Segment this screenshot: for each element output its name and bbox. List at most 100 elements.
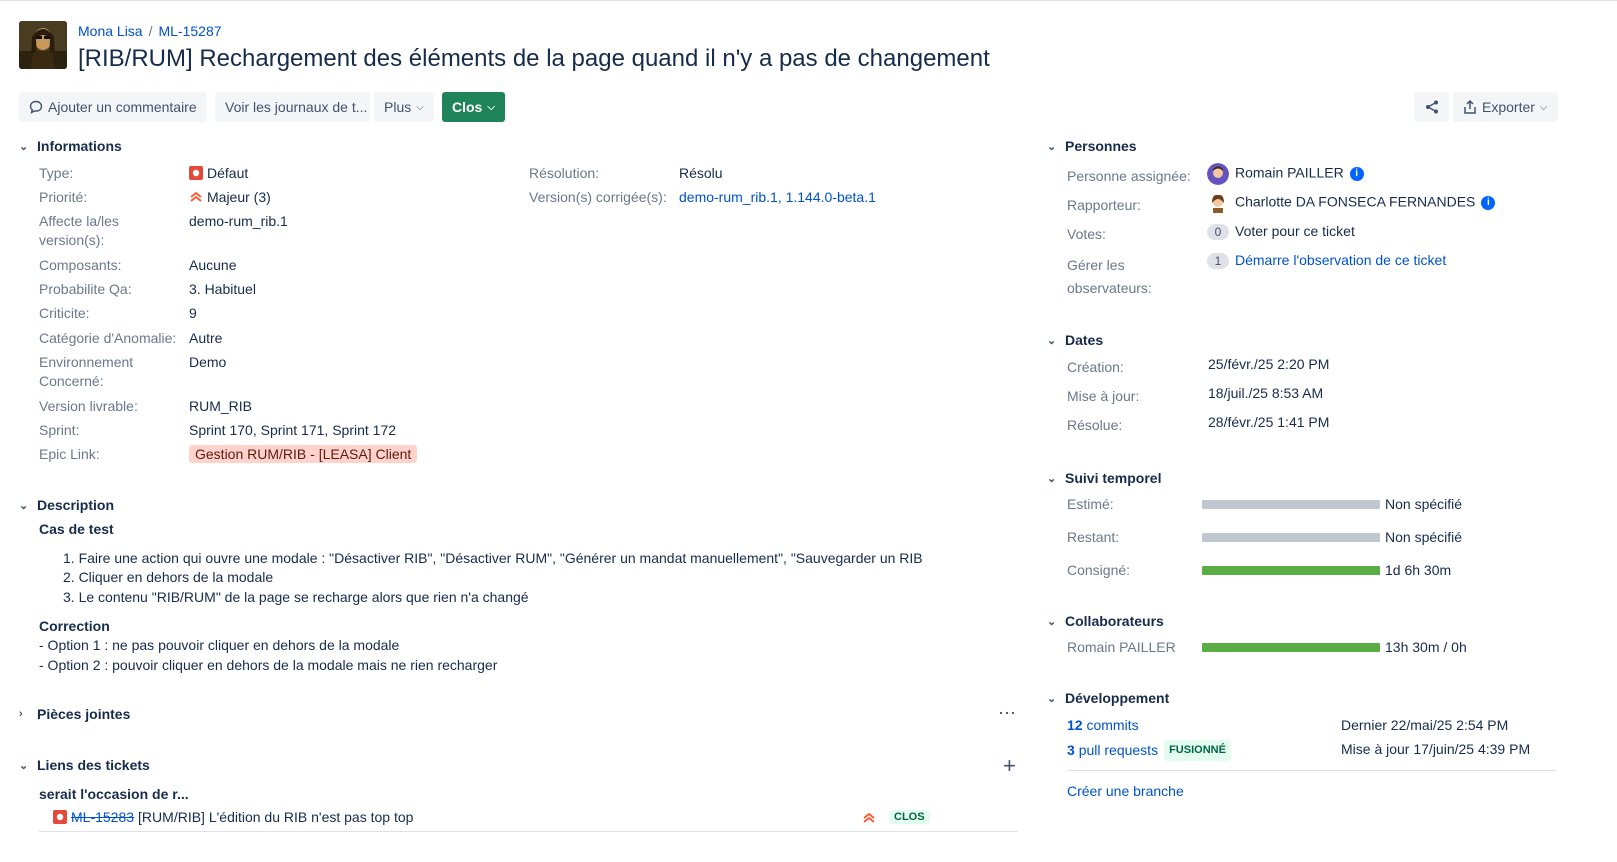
chevron-down-icon: ⌵ xyxy=(487,101,495,113)
section-collaborators-title: Collaborateurs xyxy=(1065,613,1164,629)
share-icon xyxy=(1425,100,1438,114)
export-button[interactable]: Exporter ⌵ xyxy=(1453,92,1558,122)
chevron-down-icon: ⌵ xyxy=(416,101,424,113)
more-label: Plus xyxy=(384,99,412,115)
section-issue-links[interactable]: ⌄ Liens des tickets xyxy=(19,757,150,773)
assignee-name: Romain PAILLER xyxy=(1235,164,1344,181)
chevron-right-icon: › xyxy=(19,708,23,720)
watchers-value[interactable]: 1 Démarre l'observation de ce ticket xyxy=(1207,251,1446,270)
section-attachments[interactable]: › Pièces jointes xyxy=(19,706,130,722)
collaborator-time: 13h 30m / 0h xyxy=(1385,639,1467,655)
create-branch-link[interactable]: Créer une branche xyxy=(1067,782,1184,801)
info-icon[interactable]: i xyxy=(1349,167,1364,181)
updated-value: 18/juil./25 8:53 AM xyxy=(1208,385,1324,401)
info-icon[interactable]: i xyxy=(1481,196,1496,210)
votes-value[interactable]: 0 Voter pour ce ticket xyxy=(1207,222,1355,241)
votes-label: Votes: xyxy=(1067,226,1106,242)
bug-icon xyxy=(53,810,67,824)
detail-label-epic-link: Epic Link: xyxy=(39,446,100,462)
assignee-avatar xyxy=(1207,163,1229,185)
issue-title[interactable]: [RIB/RUM] Rechargement des éléments de l… xyxy=(78,45,990,73)
status-button[interactable]: Clos ⌵ xyxy=(442,92,505,122)
epic-link-value: Gestion RUM/RIB - [LEASA] Client xyxy=(189,445,418,463)
pr-date: Mise à jour 17/juin/25 4:39 PM xyxy=(1341,741,1531,757)
type-value: Défaut xyxy=(207,165,249,181)
detail-value-priority: Majeur (3) xyxy=(189,188,271,207)
linked-issue-key[interactable]: ML-15283 xyxy=(71,809,134,825)
section-description[interactable]: ⌄ Description xyxy=(19,497,114,513)
add-comment-button[interactable]: Ajouter un commentaire xyxy=(19,92,207,122)
reporter-name: Charlotte DA FONSECA FERNANDES xyxy=(1235,193,1476,210)
section-dates-title: Dates xyxy=(1065,332,1104,348)
chevron-down-icon: ⌄ xyxy=(19,759,29,772)
section-time-tracking-title: Suivi temporel xyxy=(1065,470,1162,486)
commits-link[interactable]: 12 commits xyxy=(1067,716,1139,735)
collaborator-bar xyxy=(1202,643,1380,652)
reporter-value[interactable]: Charlotte DA FONSECA FERNANDES i xyxy=(1207,192,1496,214)
section-links-title: Liens des tickets xyxy=(37,757,150,773)
add-comment-label: Ajouter un commentaire xyxy=(48,99,197,115)
detail-label-criticity: Criticite: xyxy=(39,305,90,321)
commits-label: commits xyxy=(1086,717,1139,733)
priority-major-icon xyxy=(863,812,875,823)
section-collaborators[interactable]: ⌄ Collaborateurs xyxy=(1047,613,1164,629)
chevron-down-icon: ⌵ xyxy=(1539,101,1548,113)
collaborator-name: Romain PAILLER xyxy=(1067,639,1176,655)
votes-action: Voter pour ce ticket xyxy=(1235,223,1355,239)
logged-bar xyxy=(1202,566,1380,575)
watchers-label: Gérer les observateurs: xyxy=(1067,257,1152,296)
project-avatar[interactable] xyxy=(19,21,67,69)
detail-value-deliverable-version: RUM_RIB xyxy=(189,398,253,414)
detail-label-probability: Probabilite Qa: xyxy=(39,281,132,297)
more-button[interactable]: Plus ⌵ xyxy=(374,92,434,122)
fix-versions-label: Version(s) corrigée(s): xyxy=(529,189,667,205)
chevron-down-icon: ⌄ xyxy=(19,140,29,153)
logged-label: Consigné: xyxy=(1067,562,1131,578)
section-informations[interactable]: ⌄ Informations xyxy=(19,138,122,154)
detail-label-priority: Priorité: xyxy=(39,189,88,205)
assignee-value[interactable]: Romain PAILLER i xyxy=(1207,163,1364,185)
linked-issue-status: CLOS xyxy=(889,810,930,824)
detail-label-environment: Environnement Concerné: xyxy=(39,354,134,389)
detail-value-anomaly-category: Autre xyxy=(189,330,223,346)
section-dates[interactable]: ⌄ Dates xyxy=(1047,332,1103,348)
section-time-tracking[interactable]: ⌄ Suivi temporel xyxy=(1047,470,1161,486)
resolved-value: 28/févr./25 1:41 PM xyxy=(1208,414,1330,430)
fix-versions-value[interactable]: demo-rum_rib.1, 1.144.0-beta.1 xyxy=(679,188,876,207)
add-link-icon[interactable]: + xyxy=(1003,753,1016,779)
section-people[interactable]: ⌄ Personnes xyxy=(1047,138,1137,154)
detail-label-sprint: Sprint: xyxy=(39,422,80,438)
linked-issue-row[interactable]: ML-15283 [RUM/RIB] L'édition du RIB n'es… xyxy=(53,809,413,825)
reporter-avatar xyxy=(1207,192,1229,214)
created-label: Création: xyxy=(1067,359,1124,375)
more-actions-icon[interactable]: ⋯ xyxy=(998,703,1017,724)
chevron-down-icon: ⌄ xyxy=(1047,692,1057,705)
linked-issue-title[interactable]: [RUM/RIB] L'édition du RIB n'est pas top… xyxy=(138,809,413,825)
comment-icon xyxy=(29,100,43,114)
pull-requests-link[interactable]: 3 pull requests FUSIONNÉ xyxy=(1067,740,1231,761)
detail-value-components: Aucune xyxy=(189,257,237,273)
detail-value-sprint[interactable]: Sprint 170, Sprint 171, Sprint 172 xyxy=(189,421,396,440)
epic-link-lozenge[interactable]: Gestion RUM/RIB - [LEASA] Client xyxy=(189,445,418,464)
breadcrumb-issue-key[interactable]: ML-15287 xyxy=(158,23,221,39)
pr-count: 3 xyxy=(1067,742,1075,758)
commits-count: 12 xyxy=(1067,717,1083,733)
breadcrumb-project[interactable]: Mona Lisa xyxy=(78,23,143,39)
detail-value-affects-version[interactable]: demo-rum_rib.1 xyxy=(189,212,288,231)
watchers-action: Démarre l'observation de ce ticket xyxy=(1235,252,1447,268)
section-development[interactable]: ⌄ Développement xyxy=(1047,690,1169,706)
view-logs-button[interactable]: Voir les journaux de t... xyxy=(215,92,370,122)
pr-status: FUSIONNÉ xyxy=(1164,740,1231,761)
remaining-label: Restant: xyxy=(1067,529,1120,545)
priority-value: Majeur (3) xyxy=(207,189,271,205)
detail-value-type: Défaut xyxy=(189,164,248,183)
detail-label-anomaly-category: Catégorie d'Anomalie: xyxy=(39,330,177,346)
share-button[interactable] xyxy=(1414,92,1449,122)
estimated-value: Non spécifié xyxy=(1385,496,1463,512)
chevron-down-icon: ⌄ xyxy=(19,499,29,512)
export-icon xyxy=(1464,100,1476,114)
created-value: 25/févr./25 2:20 PM xyxy=(1208,356,1330,372)
description-step-1: 1. Faire une action qui ouvre une modale… xyxy=(63,550,923,566)
description-heading-test-case: Cas de test xyxy=(39,521,114,537)
detail-value-probability: 3. Habituel xyxy=(189,281,256,297)
